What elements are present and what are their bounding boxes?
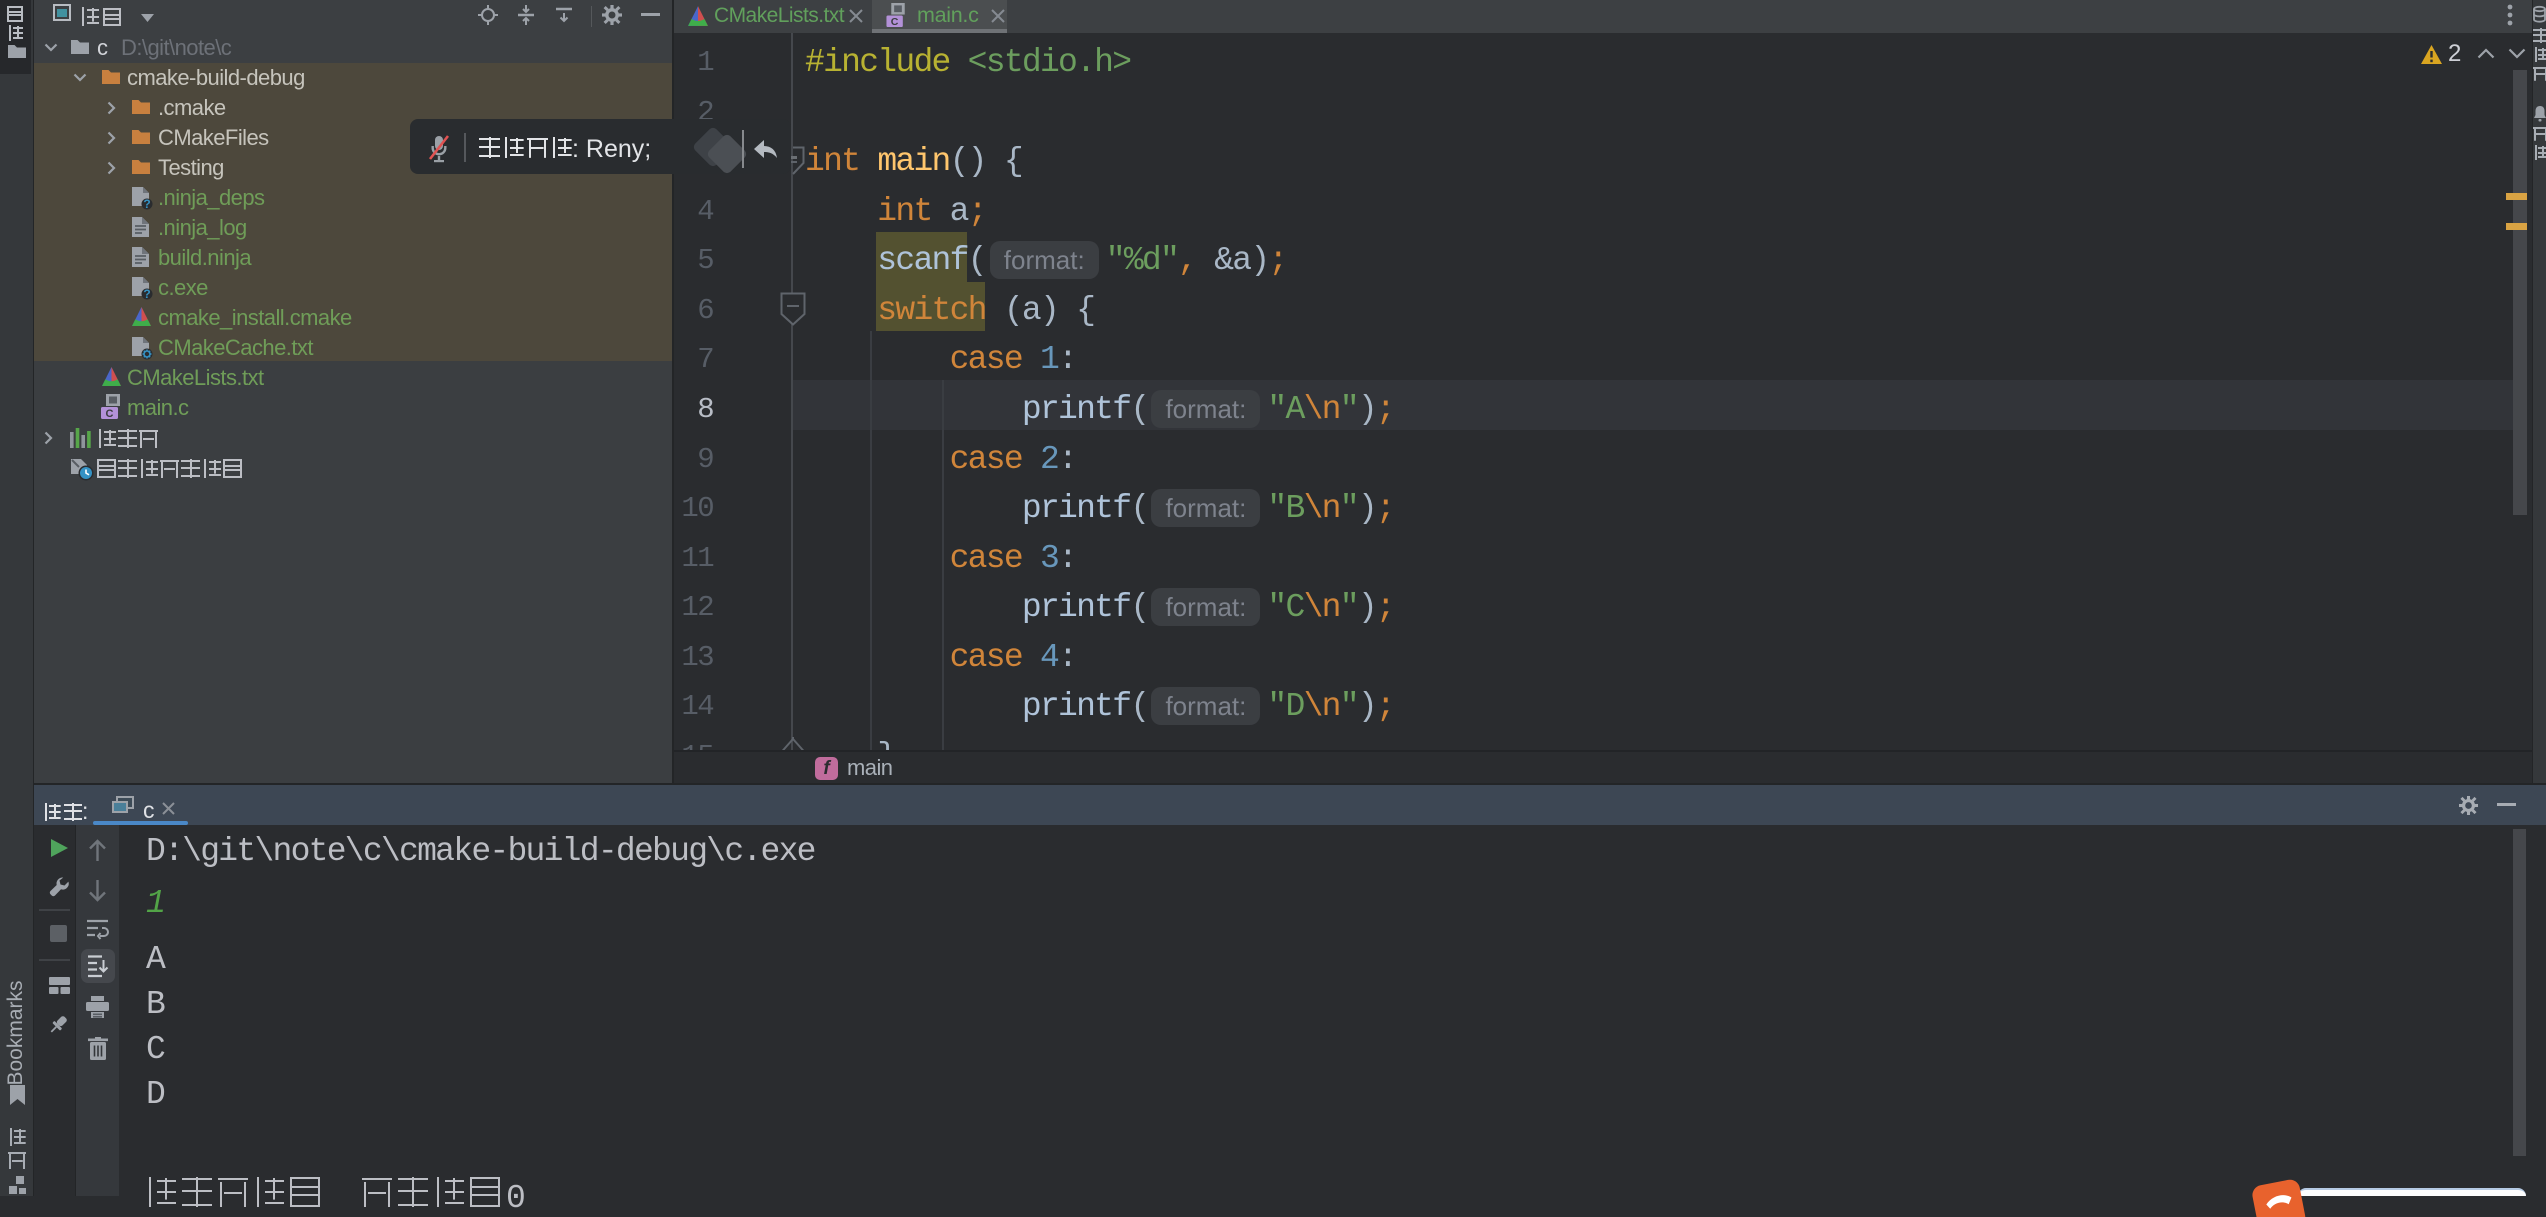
- svg-text:C: C: [891, 16, 899, 28]
- svg-text:?: ?: [143, 197, 150, 211]
- svg-text:?: ?: [143, 287, 150, 301]
- svg-text:C: C: [106, 408, 114, 420]
